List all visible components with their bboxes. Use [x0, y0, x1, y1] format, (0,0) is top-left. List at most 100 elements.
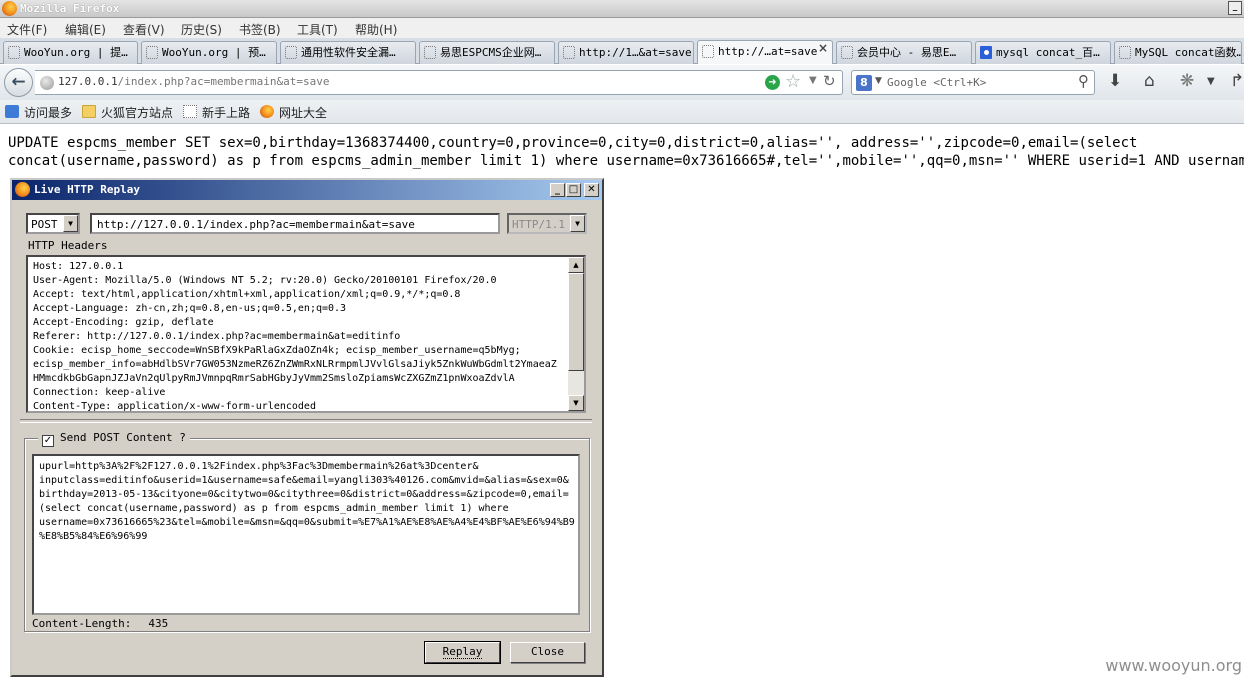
tab-label: MySQL concat函数… [1135, 46, 1242, 59]
go-arrow-icon[interactable]: ➜ [765, 75, 780, 90]
dialog-titlebar: Live HTTP Replay _ □ ✕ [12, 180, 602, 200]
browser-tab[interactable]: 通用性软件安全漏… [280, 41, 416, 64]
post-content-text: upurl=http%3A%2F%2F127.0.0.1%2Findex.php… [39, 461, 575, 542]
close-dialog-button[interactable]: ✕ [584, 183, 599, 197]
watermark: www.wooyun.org [1105, 656, 1242, 675]
downloads-icon[interactable]: ⬇ [1108, 71, 1122, 91]
menu-bar: 文件(F) 编辑(E) 查看(V) 历史(S) 书签(B) 工具(T) 帮助(H… [0, 18, 1244, 38]
post-content-textarea[interactable]: upurl=http%3A%2F%2F127.0.0.1%2Findex.php… [32, 454, 580, 615]
browser-tab-active[interactable]: http://…at=save × [697, 40, 833, 64]
splitter[interactable] [20, 419, 592, 423]
folder-icon [82, 105, 96, 118]
menu-help[interactable]: 帮助(H) [355, 21, 397, 38]
content-length-label: Content-Length: [32, 617, 132, 630]
version-value: HTTP/1.1 [512, 218, 565, 231]
tab-label: http://…at=save [718, 45, 818, 58]
chevron-down-icon[interactable]: ▼ [63, 215, 78, 232]
tab-bar: WooYun.org | 提… WooYun.org | 预… 通用性软件安全漏… [0, 38, 1244, 64]
navigation-toolbar: ← 127.0.0.1/index.php?ac=membermain&at=s… [0, 65, 1244, 100]
replay-label: Replay [442, 645, 483, 659]
minimize-button[interactable]: _ [1228, 1, 1242, 15]
search-placeholder: Google <Ctrl+K> [887, 76, 987, 89]
search-engine-dropdown-icon[interactable]: ▼ [875, 76, 882, 86]
menu-edit[interactable]: 编辑(E) [65, 21, 106, 38]
address-url: 127.0.0.1/index.php?ac=membermain&at=sav… [58, 75, 330, 88]
tab-label: 易思ESPCMS企业网… [440, 46, 542, 59]
content-length-value: 435 [148, 617, 169, 630]
bookmark-star-icon[interactable]: ☆ [785, 71, 801, 92]
overflow-icon[interactable]: ↱ [1230, 71, 1244, 91]
menu-tools[interactable]: 工具(T) [297, 21, 338, 38]
window-title: Mozilla Firefox [20, 2, 120, 15]
browser-tab[interactable]: WooYun.org | 预… [141, 41, 277, 64]
bookmark-url-directory[interactable]: 网址大全 [260, 104, 327, 121]
menu-bookmarks[interactable]: 书签(B) [239, 21, 281, 38]
scroll-thumb[interactable] [568, 273, 584, 371]
page-icon [841, 46, 853, 59]
headers-scrollbar[interactable]: ▲ ▼ [568, 257, 584, 411]
menu-file[interactable]: 文件(F) [7, 21, 47, 38]
tab-label: WooYun.org | 预… [162, 46, 266, 59]
method-value: POST [31, 218, 58, 231]
bookmark-label: 新手上路 [202, 106, 251, 120]
bookmark-firefox-site[interactable]: 火狐官方站点 [82, 104, 173, 121]
method-select[interactable]: POST ▼ [26, 213, 80, 234]
menu-history[interactable]: 历史(S) [181, 21, 222, 38]
reload-icon[interactable]: ↻ [823, 72, 836, 90]
toolbar-dropdown-icon[interactable]: ▼ [1207, 76, 1215, 87]
search-icon[interactable]: ⚲ [1078, 72, 1089, 90]
site-identity-icon[interactable] [40, 76, 54, 90]
request-url-input[interactable]: http://127.0.0.1/index.php?ac=membermain… [90, 213, 500, 234]
page-icon [702, 45, 714, 58]
sql-query-output: UPDATE espcms_member SET sex=0,birthday=… [8, 135, 1244, 169]
page-icon [146, 46, 158, 59]
url-path: /index.php?ac=membermain&at=save [117, 75, 330, 88]
maximize-button[interactable]: □ [566, 183, 581, 197]
browser-tab[interactable]: mysql concat_百… [975, 41, 1111, 64]
firebug-icon[interactable]: ❋ [1180, 71, 1194, 91]
browser-tab[interactable]: MySQL concat函数… [1114, 41, 1242, 64]
page-icon [183, 105, 197, 118]
scroll-down-icon[interactable]: ▼ [568, 395, 584, 411]
send-post-checkbox[interactable]: ✓ Send POST Content ? [38, 431, 190, 447]
headers-label: HTTP Headers [28, 239, 108, 252]
browser-tab[interactable]: WooYun.org | 提… [3, 41, 138, 64]
bookmark-getting-started[interactable]: 新手上路 [183, 104, 250, 121]
replay-button[interactable]: Replay [424, 641, 501, 664]
checkbox-checked-icon[interactable]: ✓ [42, 435, 54, 447]
window-titlebar: Mozilla Firefox _ [0, 0, 1244, 18]
menu-view[interactable]: 查看(V) [123, 21, 165, 38]
history-dropdown-icon[interactable]: ▼ [809, 75, 817, 86]
search-bar[interactable]: 8 ▼ Google <Ctrl+K> ⚲ [851, 70, 1095, 95]
bookmarks-toolbar: 访问最多 火狐官方站点 新手上路 网址大全 [0, 100, 1244, 124]
tab-label: 通用性软件安全漏… [301, 46, 396, 59]
home-icon[interactable]: ⌂ [1144, 71, 1155, 91]
close-tab-icon[interactable]: × [818, 41, 828, 55]
search-engine-icon[interactable]: 8 [856, 75, 872, 91]
bookmark-label: 访问最多 [24, 106, 73, 120]
browser-tab[interactable]: http://1…&at=save [558, 41, 694, 64]
url-host: 127.0.0.1 [58, 75, 118, 88]
page-icon [1119, 46, 1131, 59]
headers-text: Host: 127.0.0.1 User-Agent: Mozilla/5.0 … [33, 261, 557, 412]
chevron-down-icon: ▼ [570, 215, 585, 232]
browser-tab[interactable]: 易思ESPCMS企业网… [419, 41, 555, 64]
http-version-select: HTTP/1.1 ▼ [507, 213, 587, 234]
tab-label: mysql concat_百… [996, 46, 1100, 59]
address-bar[interactable]: 127.0.0.1/index.php?ac=membermain&at=sav… [35, 70, 843, 95]
scroll-up-icon[interactable]: ▲ [568, 257, 584, 273]
content-length: Content-Length: 435 [32, 617, 168, 630]
dialog-title: Live HTTP Replay [34, 183, 140, 196]
bookmark-most-visited[interactable]: 访问最多 [5, 104, 72, 121]
headers-textarea[interactable]: Host: 127.0.0.1 User-Agent: Mozilla/5.0 … [26, 255, 586, 413]
browser-tab[interactable]: 会员中心 - 易思E… [836, 41, 972, 64]
page-icon [285, 46, 297, 59]
minimize-button[interactable]: _ [550, 183, 565, 197]
back-button[interactable]: ← [4, 68, 33, 97]
firefox-logo-icon [2, 1, 17, 16]
page-icon [563, 46, 575, 59]
close-button[interactable]: Close [510, 642, 585, 663]
tab-label: http://1…&at=save [579, 46, 692, 59]
firefox-logo-icon [260, 105, 274, 118]
tab-label: WooYun.org | 提… [24, 46, 128, 59]
